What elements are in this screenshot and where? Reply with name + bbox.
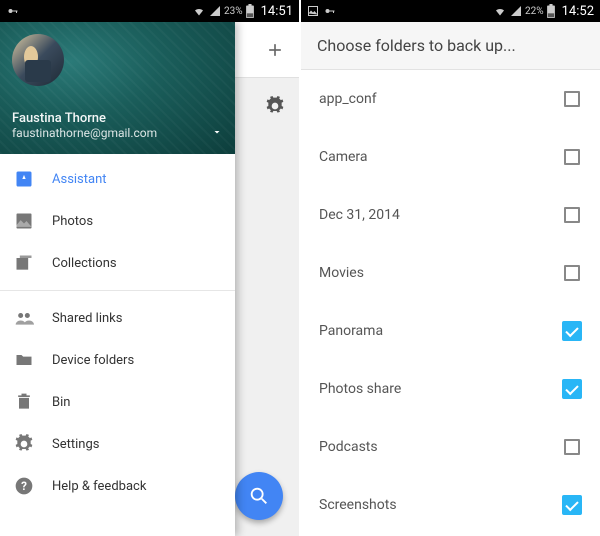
account-email: faustinathorne@gmail.com [12,126,223,140]
status-bar-left: 23% 14:51 [0,0,299,22]
photos-icon [14,211,34,231]
drawer-item-bin[interactable]: Bin [0,381,235,423]
vpn-key-icon [323,5,337,17]
folder-row-app-conf[interactable]: app_conf [301,70,600,128]
bin-icon [14,392,34,412]
folder-label: Panorama [319,323,562,339]
folder-row-photos-share[interactable]: Photos share [301,360,600,418]
checkbox[interactable] [562,147,582,167]
search-fab[interactable] [235,472,283,520]
drawer-item-label: Collections [52,256,117,271]
signal-icon [510,5,522,17]
drawer-item-label: Help & feedback [52,479,146,494]
shared-links-icon [14,308,34,328]
drawer-divider [0,290,235,291]
drawer-item-settings[interactable]: Settings [0,423,235,465]
folder-label: app_conf [319,91,562,107]
drawer-list: Assistant Photos Collections Shared link… [0,154,235,536]
search-icon [248,485,270,507]
clock: 14:51 [261,4,293,19]
signal-icon [209,5,221,17]
wifi-icon [192,5,206,17]
account-switcher[interactable]: Faustina Thorne faustinathorne@gmail.com [12,111,223,140]
battery-icon [246,4,254,18]
phone-left: 23% 14:51 ovies, your nise age. such [0,0,301,536]
drawer-item-device-folders[interactable]: Device folders [0,339,235,381]
device-folders-icon [14,350,34,370]
clock: 14:52 [562,4,594,19]
checkbox[interactable] [562,89,582,109]
folder-row-podcasts[interactable]: Podcasts [301,418,600,476]
drawer-item-label: Bin [52,395,70,410]
checkbox[interactable] [562,263,582,283]
battery-percent: 22% [525,6,544,17]
drawer-item-assistant[interactable]: Assistant [0,158,235,200]
folder-label: Screenshots [319,497,562,513]
help-icon: ? [14,476,34,496]
drawer-item-label: Settings [52,437,99,452]
wifi-icon [493,5,507,17]
drawer-item-label: Shared links [52,311,122,326]
drawer-item-label: Photos [52,214,93,229]
phone-right: 22% 14:52 Choose folders to back up... a… [301,0,600,536]
svg-text:?: ? [21,479,27,493]
folder-row-movies[interactable]: Movies [301,244,600,302]
folder-list: app_conf Camera Dec 31, 2014 Movies Pano… [301,70,600,536]
battery-percent: 23% [224,6,243,17]
nav-drawer: Faustina Thorne faustinathorne@gmail.com… [0,22,235,536]
drawer-item-help[interactable]: ? Help & feedback [0,465,235,507]
checkbox-checked[interactable] [562,495,582,515]
image-icon [307,5,319,17]
status-bar-right: 22% 14:52 [301,0,600,22]
checkbox[interactable] [562,205,582,225]
folder-row-camera[interactable]: Camera [301,128,600,186]
gear-icon[interactable] [265,96,285,116]
collections-icon [14,253,34,273]
folder-label: Camera [319,149,562,165]
checkbox[interactable] [562,437,582,457]
folder-label: Dec 31, 2014 [319,207,562,223]
checkbox-checked[interactable] [562,379,582,399]
folder-label: Podcasts [319,439,562,455]
folder-row-panorama[interactable]: Panorama [301,302,600,360]
folder-row-dec-31[interactable]: Dec 31, 2014 [301,186,600,244]
drawer-item-collections[interactable]: Collections [0,242,235,284]
vpn-key-icon [6,5,20,17]
drawer-item-label: Assistant [52,172,107,187]
assistant-icon [14,169,34,189]
add-icon[interactable] [265,40,285,60]
drawer-item-shared-links[interactable]: Shared links [0,297,235,339]
battery-icon [547,4,555,18]
folder-label: Movies [319,265,562,281]
drawer-item-photos[interactable]: Photos [0,200,235,242]
account-name: Faustina Thorne [12,111,223,126]
avatar[interactable] [12,34,64,86]
settings-icon [14,434,34,454]
checkbox-checked[interactable] [562,321,582,341]
dialog-title: Choose folders to back up... [301,22,600,70]
drawer-item-label: Device folders [52,353,134,368]
chevron-down-icon [211,126,223,138]
folder-row-screenshots[interactable]: Screenshots [301,476,600,534]
folder-label: Photos share [319,381,562,397]
drawer-header: Faustina Thorne faustinathorne@gmail.com [0,22,235,154]
